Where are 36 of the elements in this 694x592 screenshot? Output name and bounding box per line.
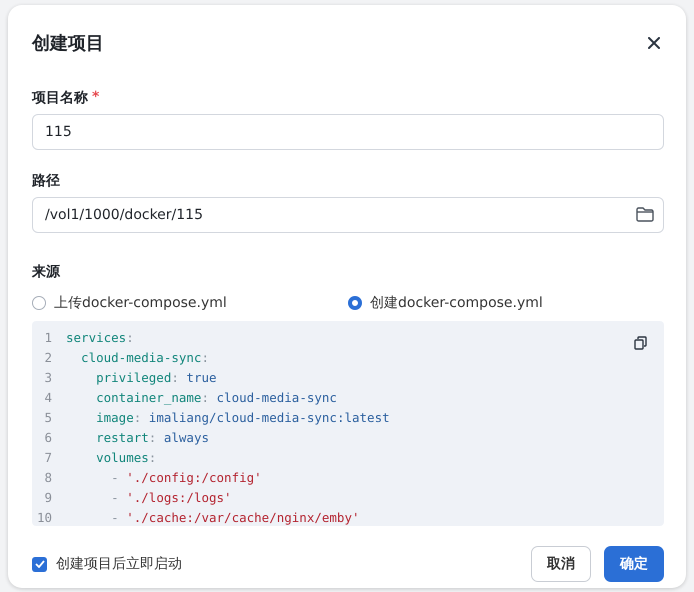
line-number: 1 — [43, 330, 53, 344]
field-label: 路径 — [32, 172, 60, 190]
radio-option[interactable]: 上传docker-compose.yml — [32, 294, 348, 312]
line-number: 4 — [43, 390, 53, 404]
copy-icon — [634, 336, 646, 350]
code-line: privileged: true — [95, 370, 217, 384]
line-number: 5 — [43, 410, 53, 424]
code-line: - './config:/config' — [110, 470, 262, 484]
copy-button[interactable] — [632, 336, 648, 352]
code-line: services: — [66, 330, 134, 344]
line-number: 7 — [43, 450, 53, 464]
code-line: container_name: cloud-media-sync — [95, 390, 337, 404]
autostart-checkbox[interactable]: 创建项目后立即启动 — [32, 555, 182, 573]
line-number: 8 — [43, 470, 53, 484]
cancel-button[interactable]: 取消 — [531, 546, 591, 582]
close-icon — [648, 37, 660, 49]
input-field[interactable]: /vol1/1000/docker/115 — [32, 197, 664, 233]
code-line: - './logs:/logs' — [110, 490, 232, 504]
field-label: 项目名称 — [32, 89, 88, 107]
line-number: 9 — [43, 490, 53, 504]
radio-option[interactable]: 创建docker-compose.yml — [348, 294, 664, 312]
code-line: image: imaliang/cloud-media-sync:latest — [95, 410, 390, 424]
confirm-button[interactable]: 确定 — [604, 546, 664, 582]
code-line: - './cache:/var/cache/nginx/emby' — [110, 510, 360, 524]
line-number: 2 — [43, 350, 53, 364]
line-number: 10 — [36, 510, 53, 524]
folder-icon[interactable] — [636, 207, 654, 222]
dialog-title: 创建项目 — [32, 32, 104, 55]
input-field[interactable]: 115 — [32, 114, 664, 150]
line-number: 3 — [43, 370, 53, 384]
code-line: volumes: — [95, 450, 156, 464]
section-label: 来源 — [32, 263, 60, 281]
required-mark: * — [92, 89, 100, 107]
code-line: cloud-media-sync: — [80, 350, 209, 364]
code-line: restart: always — [95, 430, 210, 444]
line-number: 6 — [43, 430, 53, 444]
